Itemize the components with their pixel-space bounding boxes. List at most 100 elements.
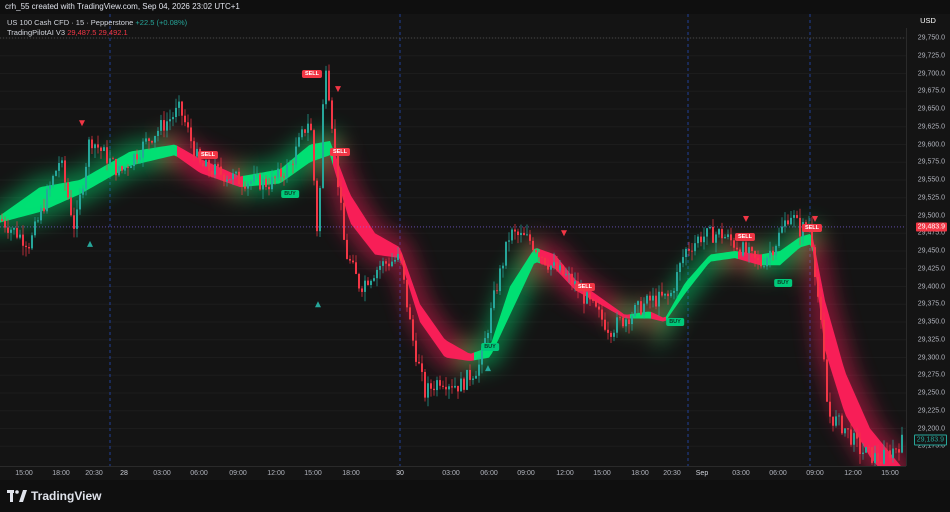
- candle-body: [13, 227, 15, 230]
- time-axis-label: 12:00: [267, 470, 285, 477]
- candle-body: [349, 258, 351, 261]
- candle-body: [778, 232, 780, 247]
- footer: TradingView: [0, 480, 950, 512]
- candle-body: [397, 254, 399, 260]
- candle-body: [478, 364, 480, 376]
- time-axis[interactable]: 15:00 18:00 20:30 28 03:00 06:00 09:00 12:00 15:…: [0, 466, 906, 481]
- candle-body: [394, 259, 396, 262]
- candle-body: [388, 263, 390, 267]
- price-axis-label: 29,750.0: [917, 34, 945, 42]
- currency-label[interactable]: USD: [906, 14, 950, 28]
- sell-signal-label: SELL: [801, 224, 823, 233]
- candle-body: [625, 319, 627, 327]
- candle: [19, 229, 21, 240]
- candle: [61, 157, 63, 168]
- candle: [355, 255, 357, 275]
- candle-body: [880, 461, 882, 464]
- candle-body: [760, 260, 762, 267]
- candle-body: [742, 242, 744, 256]
- candle-body: [70, 197, 72, 216]
- candle-body: [766, 257, 768, 267]
- candle-body: [610, 332, 612, 337]
- price-chart[interactable]: [0, 14, 906, 466]
- candle: [844, 428, 846, 437]
- candle-body: [862, 452, 864, 455]
- candle-body: [550, 265, 552, 270]
- candle-body: [511, 229, 513, 241]
- candle: [316, 178, 318, 237]
- candle: [364, 275, 366, 302]
- candle-body: [721, 229, 723, 239]
- symbol-legend-row[interactable]: US 100 Cash CFD · 15 · Pepperstone +22.5…: [7, 18, 187, 28]
- candle-body: [208, 160, 210, 171]
- candle-body: [67, 182, 69, 198]
- candle-body: [391, 261, 393, 267]
- time-axis-label: 15:00: [593, 470, 611, 477]
- candle-body: [331, 100, 333, 129]
- chart-pane[interactable]: SELL SELL SELL SELL SELL SELL BUY BUY BUY BUY: [0, 14, 906, 466]
- candle: [655, 288, 657, 310]
- candle-body: [127, 167, 129, 169]
- candle: [349, 255, 351, 264]
- candle-body: [193, 141, 195, 157]
- candle: [430, 379, 432, 397]
- candle-body: [754, 251, 756, 258]
- candle-body: [535, 250, 537, 253]
- price-axis[interactable]: 29,750.0 29,725.0 29,700.0 29,675.0 29,650.0…: [906, 14, 950, 466]
- candle-body: [367, 280, 369, 285]
- candle-body: [490, 308, 492, 334]
- candle-body: [460, 378, 462, 392]
- candle: [298, 132, 300, 148]
- candle: [832, 416, 834, 432]
- candle: [706, 227, 708, 245]
- candle: [505, 241, 507, 269]
- candle-body: [634, 304, 636, 316]
- candle-body: [547, 264, 549, 270]
- candle-body: [91, 139, 93, 149]
- candle-body: [121, 166, 123, 171]
- candle-body: [100, 147, 102, 151]
- candle-body: [145, 138, 147, 142]
- candle-body: [172, 117, 174, 120]
- candle-body: [883, 449, 885, 464]
- candle: [712, 219, 714, 243]
- candle-body: [247, 183, 249, 189]
- candle: [703, 227, 705, 250]
- candle-body: [364, 280, 366, 292]
- candle-body: [169, 119, 171, 122]
- candle: [178, 95, 180, 117]
- candle-body: [1, 219, 3, 221]
- candle: [97, 135, 99, 154]
- candle: [31, 232, 33, 251]
- time-axis-label: 15:00: [304, 470, 322, 477]
- indicator-legend-row[interactable]: TradingPilotAI V3 29,487.5 29,492.1: [7, 28, 187, 38]
- candle: [310, 118, 312, 131]
- candle: [103, 144, 105, 152]
- candle: [607, 321, 609, 340]
- candle: [442, 380, 444, 390]
- candle-body: [184, 115, 186, 123]
- candle-body: [178, 101, 180, 108]
- price-axis-label: 29,250.0: [917, 389, 945, 397]
- time-axis-label: 18:00: [342, 470, 360, 477]
- candle-body: [43, 208, 45, 212]
- candle-body: [592, 299, 594, 301]
- candle: [448, 383, 450, 399]
- candle: [781, 217, 783, 234]
- candle-body: [820, 296, 822, 320]
- candle-body: [310, 123, 312, 131]
- candle: [694, 234, 696, 256]
- price-axis-label: 29,200.0: [917, 425, 945, 432]
- candle-body: [229, 179, 231, 181]
- candle-body: [205, 160, 207, 167]
- candle-body: [856, 433, 858, 439]
- candle-body: [430, 383, 432, 389]
- candle-body: [217, 164, 219, 167]
- candle-body: [442, 385, 444, 387]
- time-axis-label: 06:00: [769, 470, 787, 477]
- candle-body: [640, 301, 642, 315]
- candle-body: [505, 241, 507, 266]
- down-triangle-marker: [79, 120, 85, 127]
- candle-body: [751, 247, 753, 252]
- time-axis-label: 18:00: [631, 470, 649, 477]
